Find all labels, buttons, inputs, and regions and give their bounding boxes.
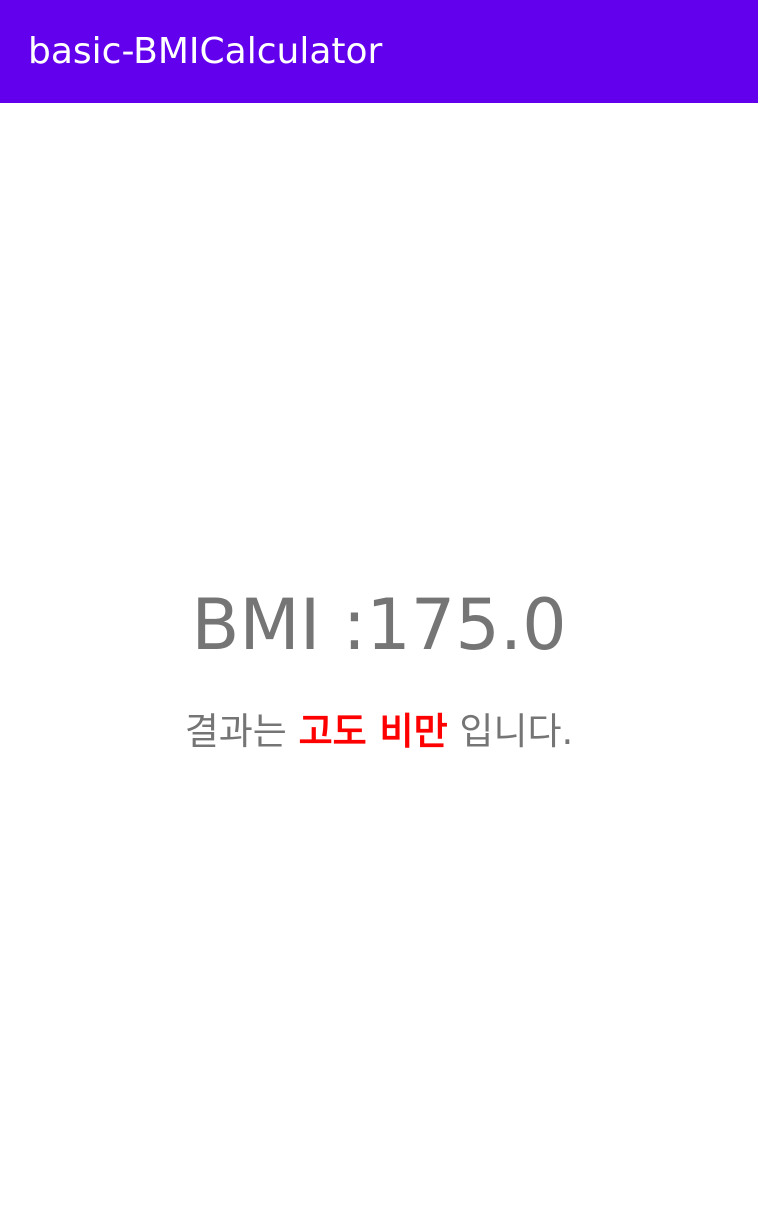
bmi-category: 고도 비만 <box>298 710 448 753</box>
bmi-result-text: BMI :175.0 <box>0 583 758 667</box>
app-title: basic-BMICalculator <box>28 31 383 72</box>
app-bar: basic-BMICalculator <box>0 0 758 103</box>
result-suffix: 입니다. <box>459 710 574 753</box>
bmi-category-text: 결과는 고도 비만 입니다. <box>0 707 758 757</box>
bmi-value: 175.0 <box>366 584 567 666</box>
result-prefix: 결과는 <box>184 710 287 753</box>
main-content: BMI :175.0 결과는 고도 비만 입니다. <box>0 103 758 1224</box>
bmi-label: BMI : <box>191 584 367 666</box>
